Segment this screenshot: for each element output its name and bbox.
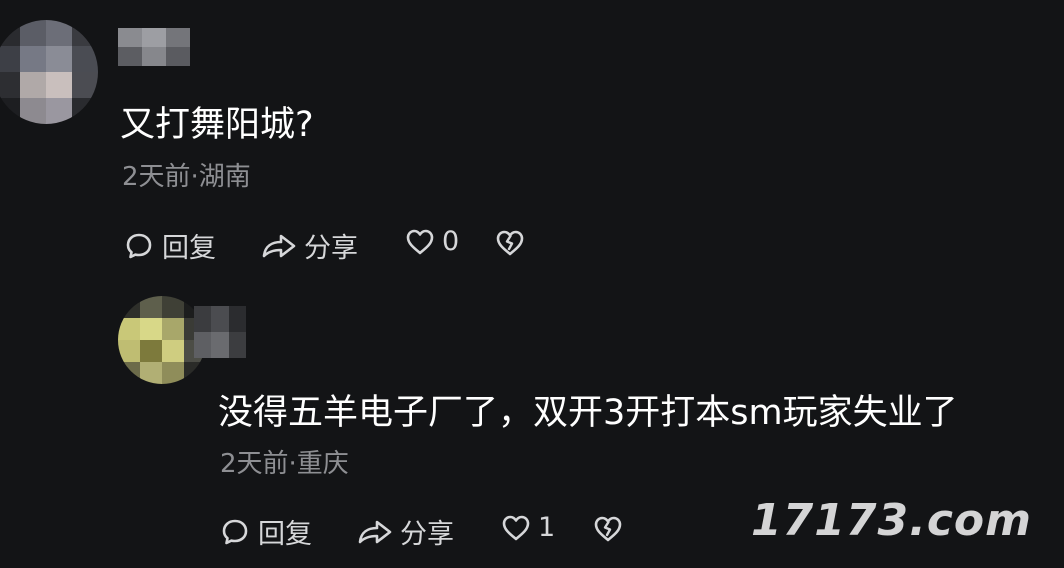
reply-button[interactable]: 回复 [124, 226, 216, 265]
comment-text: 又打舞阳城? [120, 105, 314, 145]
broken-heart-icon [496, 230, 524, 256]
share-arrow-icon [358, 520, 392, 543]
share-label: 分享 [304, 233, 358, 264]
reply-label: 回复 [258, 519, 312, 550]
heart-icon [502, 515, 530, 540]
reply-label: 回复 [162, 233, 216, 264]
dislike-button[interactable] [494, 228, 526, 258]
broken-heart-icon [594, 516, 622, 542]
like-button[interactable]: 0 [404, 226, 459, 257]
avatar[interactable] [118, 296, 206, 384]
comment-meta: 2天前·湖南 [122, 162, 251, 192]
share-button[interactable]: 分享 [260, 226, 358, 265]
username-redacted[interactable] [118, 28, 190, 66]
comment-bubble-icon [222, 519, 248, 544]
comment-bubble-icon [126, 233, 152, 258]
like-button[interactable]: 1 [500, 512, 555, 543]
comment-text: 没得五羊电子厂了，双开3开打本sm玩家失业了 [218, 393, 958, 433]
share-label: 分享 [400, 519, 454, 550]
reply-button[interactable]: 回复 [220, 512, 312, 551]
avatar[interactable] [0, 20, 98, 124]
username-redacted[interactable] [194, 306, 246, 358]
share-button[interactable]: 分享 [356, 512, 454, 551]
comment-meta: 2天前·重庆 [220, 449, 349, 479]
share-arrow-icon [262, 234, 296, 257]
heart-icon [406, 229, 434, 254]
like-count: 0 [442, 226, 460, 257]
watermark-logo: 17173.com [751, 495, 1032, 546]
dislike-button[interactable] [592, 514, 624, 544]
like-count: 1 [538, 512, 556, 543]
